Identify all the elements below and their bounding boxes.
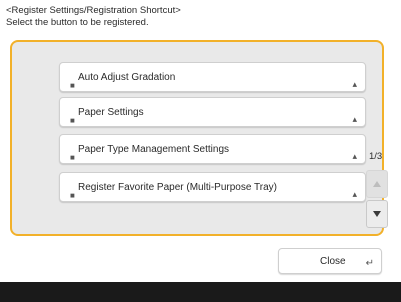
screen-title: <Register Settings/Registration Shortcut… [6,5,181,16]
page-indicator: 1/3 [369,151,383,162]
corner-mark-icon: ▴ [352,79,357,89]
scroll-up-button[interactable] [366,170,388,198]
triangle-down-icon [373,211,381,217]
bottom-bar [0,282,401,302]
triangle-up-icon [373,181,381,187]
option-label: Auto Adjust Gradation [78,72,176,83]
options-panel: ■ Auto Adjust Gradation ▴ ■ Paper Settin… [10,40,384,236]
bullet-icon: ■ [70,116,75,125]
bullet-icon: ■ [70,191,75,200]
close-button[interactable]: Close ↵ [278,248,382,274]
screen-instruction: Select the button to be registered. [6,17,149,28]
corner-mark-icon: ▴ [352,114,357,124]
option-paper-type-management-settings[interactable]: ■ Paper Type Management Settings ▴ [59,134,366,164]
return-arrow-icon: ↵ [365,258,374,269]
close-label: Close [320,256,346,267]
option-label: Register Favorite Paper (Multi-Purpose T… [78,182,277,193]
option-auto-adjust-gradation[interactable]: ■ Auto Adjust Gradation ▴ [59,62,366,92]
option-paper-settings[interactable]: ■ Paper Settings ▴ [59,97,366,127]
bullet-icon: ■ [70,153,75,162]
option-register-favorite-paper[interactable]: ■ Register Favorite Paper (Multi-Purpose… [59,172,366,202]
option-label: Paper Settings [78,107,144,118]
bullet-icon: ■ [70,81,75,90]
corner-mark-icon: ▴ [352,151,357,161]
corner-mark-icon: ▴ [352,189,357,199]
scroll-down-button[interactable] [366,200,388,228]
option-label: Paper Type Management Settings [78,144,230,155]
header: <Register Settings/Registration Shortcut… [6,5,181,29]
